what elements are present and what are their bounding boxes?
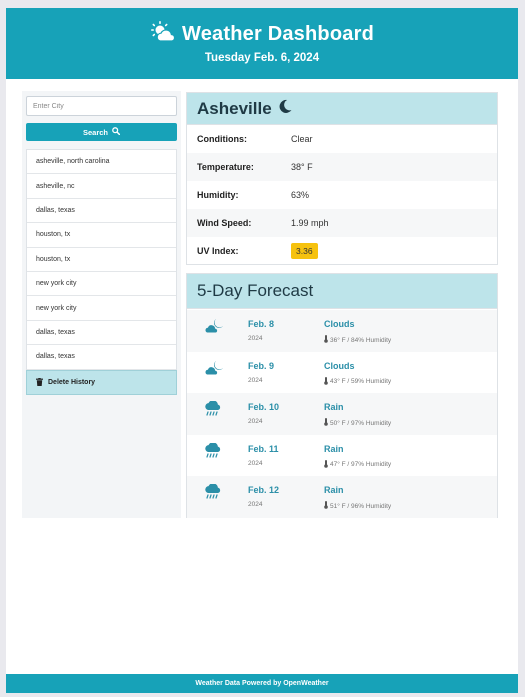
uv-index-badge: 3.36: [291, 243, 318, 259]
forecast-date: Feb. 11: [248, 443, 279, 454]
forecast-day: Feb. 11 2024 Rain 47° F / 97% Humidity: [187, 435, 497, 477]
wind-speed-label: Wind Speed:: [197, 218, 252, 228]
forecast-year: 2024: [248, 459, 263, 467]
uv-index-label: UV Index:: [197, 246, 239, 256]
history-item[interactable]: asheville, nc: [27, 174, 176, 199]
history-item[interactable]: houston, tx: [27, 223, 176, 248]
humidity-row: Humidity: 63%: [187, 181, 497, 209]
moon-cloud-icon: [204, 360, 224, 381]
forecast-condition: Clouds: [324, 319, 355, 329]
forecast-year: 2024: [248, 335, 263, 342]
history-item[interactable]: asheville, north carolina: [27, 150, 176, 175]
forecast-day: Feb. 12 2024 Rain 51° F / 96% Humidity: [187, 476, 497, 518]
rain-cloud-icon: [204, 483, 222, 505]
delete-history-button[interactable]: Delete History: [26, 370, 177, 395]
forecast-title: 5-Day Forecast: [197, 281, 314, 300]
temperature-label: Temperature:: [197, 162, 254, 172]
forecast-condition: Clouds: [324, 360, 355, 371]
history-item[interactable]: dallas, texas: [27, 345, 176, 370]
footer-credit: Weather Data Powered by OpenWeather: [195, 680, 329, 687]
delete-history-label: Delete History: [48, 379, 96, 386]
forecast-condition: Rain: [324, 485, 344, 496]
forecast-details: 36° F / 84% Humidity: [330, 336, 392, 344]
page: Weather Dashboard Tuesday Feb. 6, 2024 S…: [6, 8, 518, 693]
forecast-date: Feb. 8: [248, 319, 275, 329]
city-name: Asheville: [197, 98, 272, 118]
history-item[interactable]: houston, tx: [27, 248, 176, 272]
moon-icon: [278, 99, 292, 119]
conditions-label: Conditions:: [197, 134, 247, 144]
history-item[interactable]: dallas, texas: [27, 199, 176, 224]
forecast-date: Feb. 10: [248, 402, 280, 413]
sun-cloud-icon: [150, 21, 176, 48]
temperature-row: Temperature: 38° F: [187, 153, 497, 181]
forecast-day: Feb. 10 2024 Rain 50° F / 97% Humidity: [187, 393, 497, 435]
thermometer-icon: [324, 335, 328, 345]
thermometer-icon: [324, 501, 328, 511]
forecast-date: Feb. 9: [248, 360, 275, 371]
wind-speed-row: Wind Speed: 1.99 mph: [187, 209, 497, 237]
sidebar: Search asheville, north carolina ashevil…: [22, 91, 181, 518]
page-title: Weather Dashboard: [182, 23, 374, 45]
uv-index-row: UV Index: 3.36: [187, 237, 497, 265]
rain-cloud-icon: [204, 400, 222, 422]
forecast-details: 51° F / 96% Humidity: [330, 502, 392, 510]
current-date: Tuesday Feb. 6, 2024: [204, 52, 320, 64]
forecast-details: 43° F / 59% Humidity: [330, 378, 392, 386]
search-button[interactable]: Search: [26, 123, 177, 141]
temperature-value: 38° F: [291, 162, 313, 172]
forecast-date: Feb. 12: [248, 485, 280, 496]
city-input[interactable]: [26, 96, 177, 116]
history-item[interactable]: new york city: [27, 272, 176, 297]
wind-speed-value: 1.99 mph: [291, 218, 329, 228]
forecast-header: 5-Day Forecast: [187, 274, 497, 309]
current-weather-header: Asheville: [187, 93, 497, 125]
conditions-value: Clear: [291, 134, 313, 144]
forecast-condition: Rain: [324, 402, 344, 413]
forecast-list: Feb. 8 2024 Clouds 36° F / 84% Humidity …: [187, 309, 497, 518]
search-icon: [112, 127, 121, 137]
app-header: Weather Dashboard Tuesday Feb. 6, 2024: [6, 8, 518, 79]
moon-cloud-icon: [204, 318, 224, 339]
current-weather-card: Asheville Conditions: Clear Temperature:…: [186, 92, 498, 265]
humidity-label: Humidity:: [197, 190, 239, 200]
thermometer-icon: [324, 418, 328, 428]
forecast-year: 2024: [248, 376, 263, 384]
history-item[interactable]: dallas, texas: [27, 321, 176, 346]
forecast-day: Feb. 9 2024 Clouds 43° F / 59% Humidity: [187, 352, 497, 394]
forecast-card: 5-Day Forecast Feb. 8 2024 Clouds 36° F …: [186, 273, 498, 518]
forecast-details: 50° F / 97% Humidity: [330, 419, 392, 427]
current-details: Conditions: Clear Temperature: 38° F Hum…: [187, 125, 497, 265]
forecast-year: 2024: [248, 501, 263, 509]
rain-cloud-icon: [204, 442, 222, 464]
conditions-row: Conditions: Clear: [187, 125, 497, 153]
thermometer-icon: [324, 459, 328, 470]
forecast-year: 2024: [248, 418, 263, 426]
forecast-details: 47° F / 97% Humidity: [330, 461, 392, 469]
humidity-value: 63%: [291, 190, 310, 200]
app-footer: Weather Data Powered by OpenWeather: [6, 674, 518, 693]
search-label: Search: [82, 127, 109, 137]
thermometer-icon: [324, 376, 328, 387]
forecast-condition: Rain: [324, 443, 344, 454]
history-item[interactable]: new york city: [27, 296, 176, 321]
forecast-day: Feb. 8 2024 Clouds 36° F / 84% Humidity: [187, 310, 497, 352]
trash-icon: [36, 377, 43, 388]
search-history-list: asheville, north carolina asheville, nc …: [26, 149, 177, 370]
